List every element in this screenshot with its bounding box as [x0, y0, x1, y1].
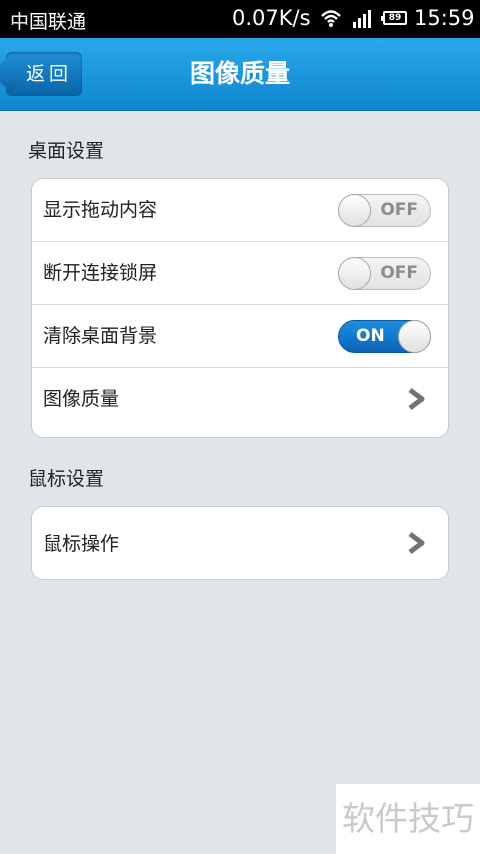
signal-icon — [353, 10, 371, 28]
setting-label: 断开连接锁屏 — [43, 262, 158, 284]
setting-row-image-quality[interactable]: 图像质量 — [32, 368, 448, 430]
section-header-mouse: 鼠标设置 — [28, 468, 105, 490]
setting-label: 鼠标操作 — [43, 533, 120, 555]
watermark: 软件技巧 — [336, 784, 480, 854]
setting-row-clear-wallpaper[interactable]: 清除桌面背景 ON — [32, 305, 448, 368]
toggle-state: OFF — [380, 263, 418, 283]
title-bar: 图像质量 返回 — [0, 38, 480, 111]
toggle-knob — [338, 257, 371, 290]
battery-icon: 89 — [381, 11, 407, 25]
show-drag-content-toggle[interactable]: OFF — [338, 194, 431, 227]
toggle-state: ON — [356, 326, 385, 346]
back-button-label: 返回 — [25, 63, 72, 85]
mouse-settings-group: 鼠标操作 — [31, 506, 449, 580]
setting-label: 清除桌面背景 — [43, 325, 158, 347]
chevron-right-icon — [408, 388, 425, 410]
network-speed: 0.07K/s — [232, 6, 311, 30]
setting-row-lock-on-disconnect[interactable]: 断开连接锁屏 OFF — [32, 242, 448, 305]
battery-level: 89 — [388, 13, 402, 23]
clear-wallpaper-toggle[interactable]: ON — [338, 320, 431, 353]
setting-label: 显示拖动内容 — [43, 199, 158, 221]
status-bar: 中国联通 0.07K/s 89 15:59 — [0, 0, 480, 38]
setting-row-mouse-operation[interactable]: 鼠标操作 — [32, 507, 448, 579]
toggle-knob — [398, 320, 431, 353]
lock-on-disconnect-toggle[interactable]: OFF — [338, 257, 431, 290]
chevron-right-icon — [408, 532, 425, 554]
setting-row-show-drag-content[interactable]: 显示拖动内容 OFF — [32, 179, 448, 242]
wifi-icon — [321, 10, 341, 27]
carrier-name: 中国联通 — [10, 11, 87, 33]
status-time: 15:59 — [414, 6, 475, 30]
section-header-desktop: 桌面设置 — [28, 140, 105, 162]
toggle-state: OFF — [380, 200, 418, 220]
back-button[interactable]: 返回 — [6, 52, 82, 96]
toggle-knob — [338, 194, 371, 227]
setting-label: 图像质量 — [43, 388, 120, 410]
desktop-settings-group: 显示拖动内容 OFF 断开连接锁屏 OFF 清除桌面背景 ON 图像质量 — [31, 178, 449, 438]
